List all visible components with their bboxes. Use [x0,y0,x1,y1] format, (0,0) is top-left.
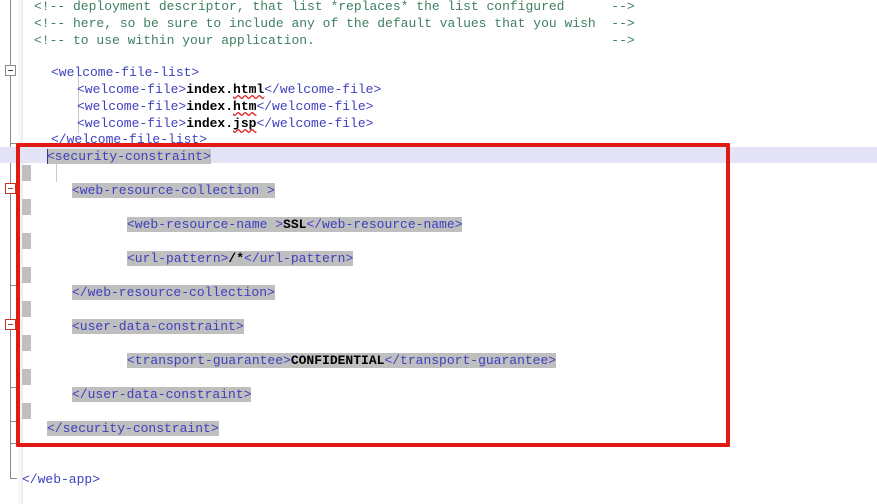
fold-spine-line [10,0,11,65]
code-token: <transport-guarantee> [127,353,291,368]
code-token: </welcome-file> [256,116,374,131]
code-token: <user-data-constraint> [72,319,244,334]
code-token: index. [186,116,234,131]
code-token: <web-resource-collection > [72,183,275,198]
code-token: <welcome-file> [77,116,187,131]
code-token: html [233,82,265,97]
code-line[interactable]: <!-- here, so be sure to include any of … [22,15,635,32]
code-line[interactable] [22,199,31,216]
code-line[interactable]: <!-- deployment descriptor, that list *r… [22,0,635,15]
code-token: jsp [233,116,257,131]
code-token: </web-resource-collection> [72,285,275,300]
code-token: </welcome-file> [264,82,382,97]
code-token: </web-app> [22,472,101,487]
code-token: <!-- deployment descriptor, that list *r… [34,0,635,14]
fold-range-tick [10,443,16,444]
code-token: </url-pattern> [244,251,354,266]
code-token: <welcome-file-list> [51,65,200,80]
code-token: </user-data-constraint> [72,387,252,402]
code-line[interactable] [22,369,31,386]
fold-spine-line [10,76,11,149]
code-line[interactable]: <web-resource-collection > [22,182,275,199]
code-line[interactable] [22,335,31,352]
selection-stub [22,335,31,351]
code-line[interactable]: </web-resource-collection> [22,284,275,301]
selection-stub [22,199,31,215]
selection-stub [22,233,31,249]
selection-stub [22,165,31,181]
code-token: /* [228,251,245,266]
code-token: index. [186,99,234,114]
selection-stub [22,403,31,419]
selection-stub [22,267,31,283]
code-token: <!-- here, so be sure to include any of … [34,16,635,31]
code-line[interactable]: <transport-guarantee>CONFIDENTIAL</trans… [22,352,557,369]
code-line[interactable]: <welcome-file>index.jsp</welcome-file> [22,115,373,132]
code-line[interactable] [22,233,31,250]
code-line[interactable]: </welcome-file-list> [22,131,207,148]
fold-toggle-fold-user-data-constraint[interactable] [5,319,16,330]
fold-range-tick [10,387,16,388]
code-token: </welcome-file-list> [51,132,208,147]
xml-editor-window: <!-- deployment descriptor, that list *r… [0,0,877,504]
code-token: <welcome-file> [77,82,187,97]
fold-range-tick [10,421,16,422]
code-line[interactable] [22,165,31,182]
code-line[interactable]: <security-constraint> [22,148,211,165]
code-line[interactable] [22,301,31,318]
code-line[interactable]: </web-app> [22,471,100,488]
code-line[interactable]: <web-resource-name >SSL</web-resource-na… [22,216,463,233]
code-text-area[interactable]: <!-- deployment descriptor, that list *r… [0,0,877,504]
code-token: SSL [283,217,307,232]
code-token: CONFIDENTIAL [290,353,385,368]
fold-spine-line [10,194,11,319]
folding-gutter[interactable] [0,0,23,504]
code-line[interactable]: <welcome-file-list> [22,64,199,81]
code-line[interactable]: <url-pattern>/*</url-pattern> [22,250,354,267]
fold-spine-line [10,330,11,478]
code-token: </web-resource-name> [306,217,463,232]
fold-spine-line [10,160,11,183]
text-caret [47,149,48,164]
code-line[interactable]: <welcome-file>index.html</welcome-file> [22,81,381,98]
code-line[interactable]: </security-constraint> [22,420,219,437]
code-token: htm [233,99,257,114]
selection-stub [22,301,31,317]
code-line[interactable]: </user-data-constraint> [22,386,252,403]
code-token: <security-constraint> [47,149,211,164]
code-token: <!-- to use within your application. --> [34,33,635,48]
code-token: </security-constraint> [47,421,219,436]
code-token: <web-resource-name > [127,217,284,232]
code-line[interactable]: <user-data-constraint> [22,318,244,335]
code-line[interactable]: <welcome-file>index.htm</welcome-file> [22,98,373,115]
code-token: index. [186,82,234,97]
code-token: </welcome-file> [256,99,374,114]
code-line[interactable] [22,267,31,284]
code-token: <welcome-file> [77,99,187,114]
fold-toggle-fold-welcome-file-list[interactable] [5,65,16,76]
selection-stub [22,369,31,385]
fold-range-tick [10,285,16,286]
fold-end-elbow [10,478,17,479]
fold-range-tick [10,143,16,144]
code-line[interactable] [22,403,31,420]
code-token: </transport-guarantee> [384,353,557,368]
code-line[interactable]: <!-- to use within your application. --> [22,32,635,49]
code-token: <url-pattern> [127,251,229,266]
fold-toggle-fold-web-resource-collection[interactable] [5,183,16,194]
